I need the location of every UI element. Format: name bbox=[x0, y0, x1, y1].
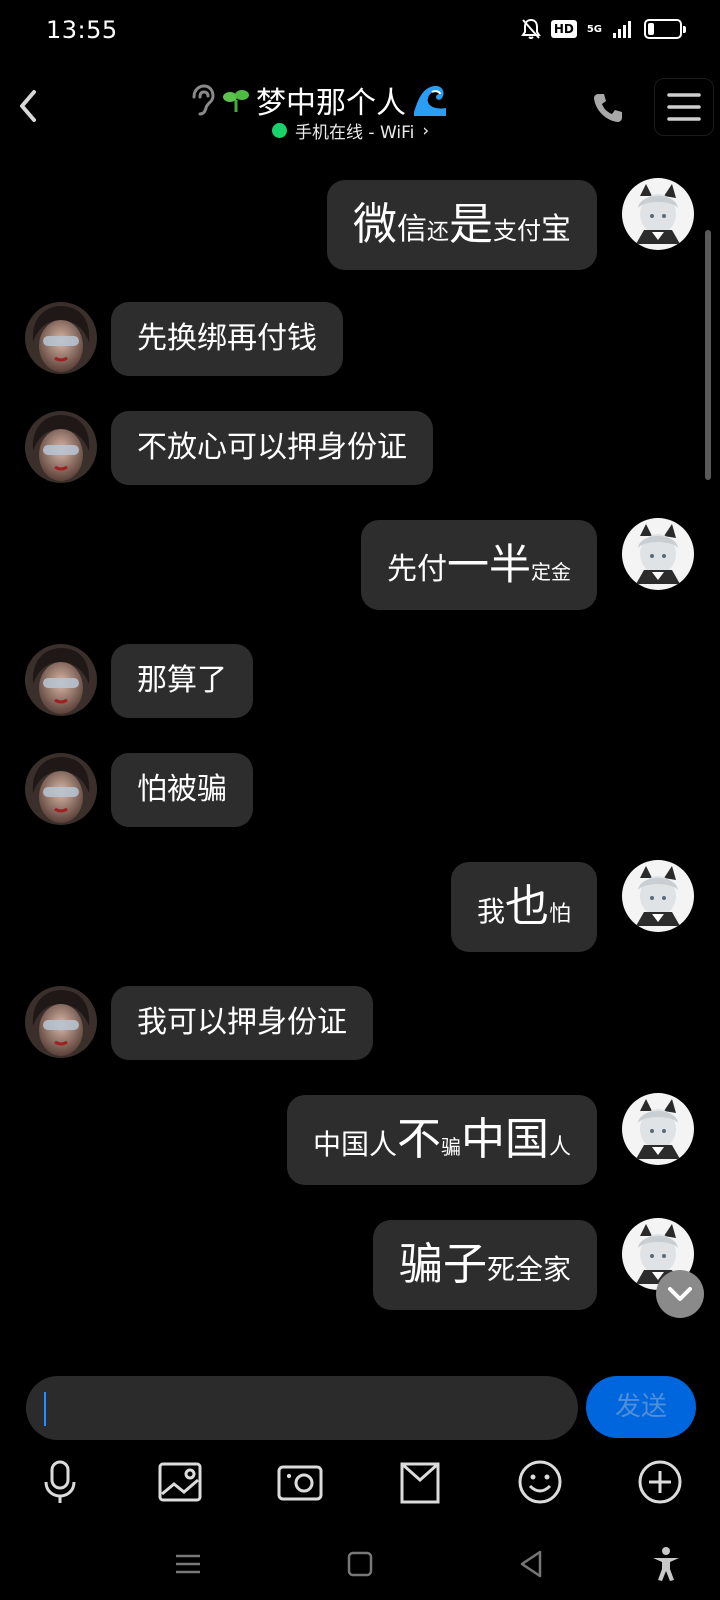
received-message-bubble[interactable]: 先换绑再付钱 bbox=[111, 302, 343, 376]
message-text-segment: 是 bbox=[449, 199, 494, 250]
scroll-to-bottom-button[interactable] bbox=[656, 1270, 704, 1318]
my-avatar[interactable] bbox=[622, 178, 694, 250]
message-text: 怕被骗 bbox=[137, 772, 227, 807]
message-text-segment: 微 bbox=[353, 199, 397, 250]
emoji-icon[interactable] bbox=[514, 1456, 566, 1508]
accessibility-icon[interactable] bbox=[646, 1544, 686, 1584]
message-text-segment: 怕 bbox=[549, 902, 572, 927]
back-icon[interactable] bbox=[512, 1544, 552, 1584]
my-avatar[interactable] bbox=[622, 860, 694, 932]
message-text-segment: 我 bbox=[477, 895, 506, 928]
message-text: 先换绑再付钱 bbox=[137, 321, 317, 356]
message-text-segment: 信 bbox=[397, 212, 427, 247]
chat-area: 微信还是支付宝先换绑再付钱不放心可以押身份证先付 一半 定金那算了怕被骗我也怕我可以… bbox=[0, 0, 720, 1600]
message-text-segment: 定金 bbox=[531, 560, 572, 584]
message-text-segment: 支付 bbox=[493, 217, 542, 245]
message-text: 不放心可以押身份证 bbox=[137, 430, 407, 465]
message-text-segment: 一半 bbox=[447, 540, 532, 589]
sent-message-bubble[interactable]: 骗子 死全家 bbox=[373, 1220, 598, 1310]
message-text-segment: 死全家 bbox=[487, 1253, 572, 1286]
message-text-segment: 宝 bbox=[541, 212, 572, 247]
my-avatar[interactable] bbox=[622, 1093, 694, 1165]
camera-icon[interactable] bbox=[274, 1456, 326, 1508]
image-icon[interactable] bbox=[154, 1456, 206, 1508]
my-avatar[interactable] bbox=[622, 518, 694, 590]
plus-icon[interactable] bbox=[634, 1456, 686, 1508]
message-text-segment: 中国人 bbox=[313, 1128, 398, 1161]
message-text: 我可以押身份证 bbox=[137, 1005, 347, 1040]
message-input[interactable] bbox=[26, 1376, 578, 1440]
chevron-down-icon bbox=[668, 1287, 692, 1301]
sent-message-bubble[interactable]: 中国人不骗中国人 bbox=[287, 1095, 598, 1185]
sent-message-bubble[interactable]: 先付 一半 定金 bbox=[361, 520, 598, 610]
message-text-segment: 骗子 bbox=[399, 1239, 487, 1290]
contact-avatar[interactable] bbox=[25, 986, 97, 1058]
text-caret bbox=[44, 1392, 46, 1426]
received-message-bubble[interactable]: 那算了 bbox=[111, 644, 253, 718]
contact-avatar[interactable] bbox=[25, 644, 97, 716]
contact-avatar[interactable] bbox=[25, 411, 97, 483]
gift-icon[interactable] bbox=[394, 1456, 446, 1508]
message-text-segment: 先付 bbox=[387, 552, 447, 587]
message-text-segment: 中国 bbox=[461, 1114, 550, 1165]
message-text-segment: 骗 bbox=[441, 1135, 462, 1159]
message-text-segment: 也 bbox=[505, 881, 550, 932]
system-nav-bar bbox=[0, 1530, 720, 1600]
sent-message-bubble[interactable]: 微信还是支付宝 bbox=[327, 180, 598, 270]
received-message-bubble[interactable]: 不放心可以押身份证 bbox=[111, 411, 433, 485]
message-text-segment: 不 bbox=[397, 1114, 442, 1165]
input-toolbar bbox=[0, 1448, 720, 1518]
message-text-segment: 还 bbox=[427, 220, 450, 245]
microphone-icon[interactable] bbox=[34, 1456, 86, 1508]
received-message-bubble[interactable]: 怕被骗 bbox=[111, 753, 253, 827]
menu-icon[interactable] bbox=[168, 1544, 208, 1584]
received-message-bubble[interactable]: 我可以押身份证 bbox=[111, 986, 373, 1060]
sent-message-bubble[interactable]: 我也怕 bbox=[451, 862, 598, 952]
send-button[interactable]: 发送 bbox=[586, 1376, 696, 1438]
message-text-segment: 人 bbox=[549, 1135, 572, 1160]
message-text: 那算了 bbox=[137, 663, 227, 698]
contact-avatar[interactable] bbox=[25, 753, 97, 825]
contact-avatar[interactable] bbox=[25, 302, 97, 374]
home-icon[interactable] bbox=[340, 1544, 380, 1584]
